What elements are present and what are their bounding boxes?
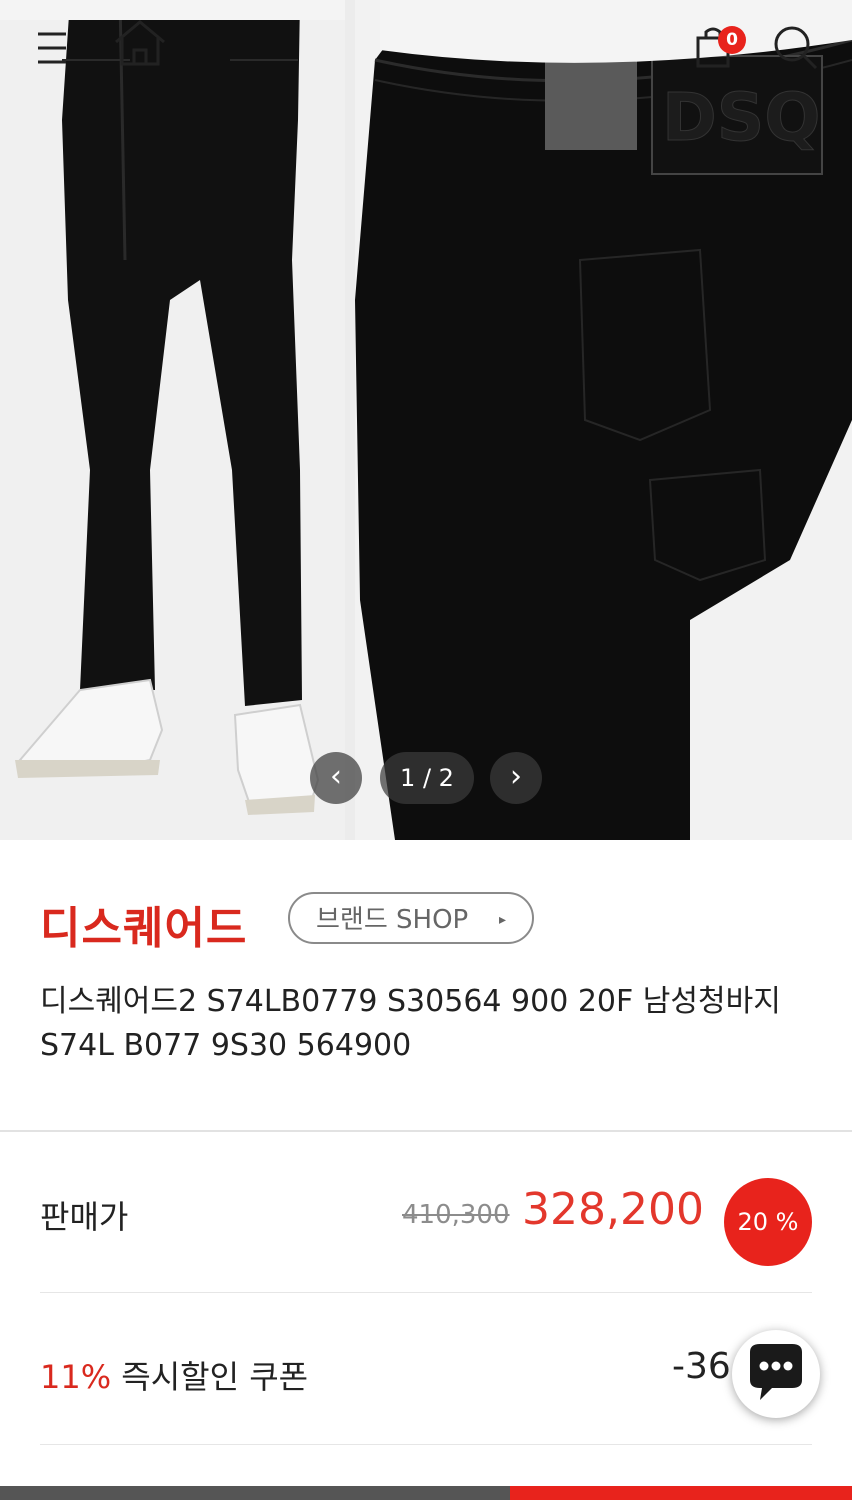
chat-bubble-icon bbox=[750, 1344, 802, 1400]
section-divider bbox=[0, 1130, 852, 1132]
product-image-gallery[interactable]: DSQ 0 ‹ 1 / 2 › bbox=[0, 0, 852, 840]
original-price: 410,300 bbox=[402, 1200, 510, 1230]
chat-button[interactable] bbox=[732, 1330, 820, 1418]
search-icon[interactable] bbox=[770, 22, 820, 72]
brand-shop-button[interactable]: 브랜드 SHOP ▸ bbox=[288, 892, 534, 944]
sale-price: 328,200 bbox=[522, 1184, 704, 1235]
discount-badge: 20 % bbox=[724, 1178, 812, 1266]
bottom-bar-buy-button[interactable] bbox=[510, 1486, 852, 1500]
brand-shop-label: 브랜드 SHOP bbox=[316, 905, 469, 935]
product-photo: DSQ bbox=[0, 0, 852, 840]
top-navigation-bar: 0 bbox=[0, 0, 852, 90]
product-title: 디스퀘어드2 S74LB0779 S30564 900 20F 남성청바지 S7… bbox=[40, 984, 781, 1063]
chevron-right-icon: ▸ bbox=[498, 912, 506, 928]
price-label: 판매가 bbox=[40, 1198, 129, 1236]
instant-coupon-row: 11% 즉시할인 쿠폰 bbox=[40, 1352, 308, 1398]
bottom-bar-left-button[interactable] bbox=[0, 1486, 510, 1500]
row-divider bbox=[40, 1292, 812, 1293]
brand-row: 디스퀘어드 브랜드 SHOP ▸ bbox=[40, 888, 820, 958]
bottom-action-bar bbox=[0, 1486, 852, 1500]
brand-logo-patch: DSQ bbox=[662, 79, 820, 156]
row-divider bbox=[40, 1444, 812, 1445]
coupon-percent: 11% bbox=[40, 1358, 112, 1396]
gallery-page-counter: 1 / 2 bbox=[380, 752, 474, 804]
menu-icon[interactable] bbox=[36, 26, 80, 70]
brand-name[interactable]: 디스퀘어드 bbox=[40, 892, 247, 956]
gallery-next-button[interactable]: › bbox=[490, 752, 542, 804]
gallery-prev-button[interactable]: ‹ bbox=[310, 752, 362, 804]
cart-count-badge: 0 bbox=[718, 26, 746, 54]
home-icon[interactable] bbox=[112, 18, 168, 68]
coupon-label: 즉시할인 쿠폰 bbox=[121, 1358, 309, 1396]
